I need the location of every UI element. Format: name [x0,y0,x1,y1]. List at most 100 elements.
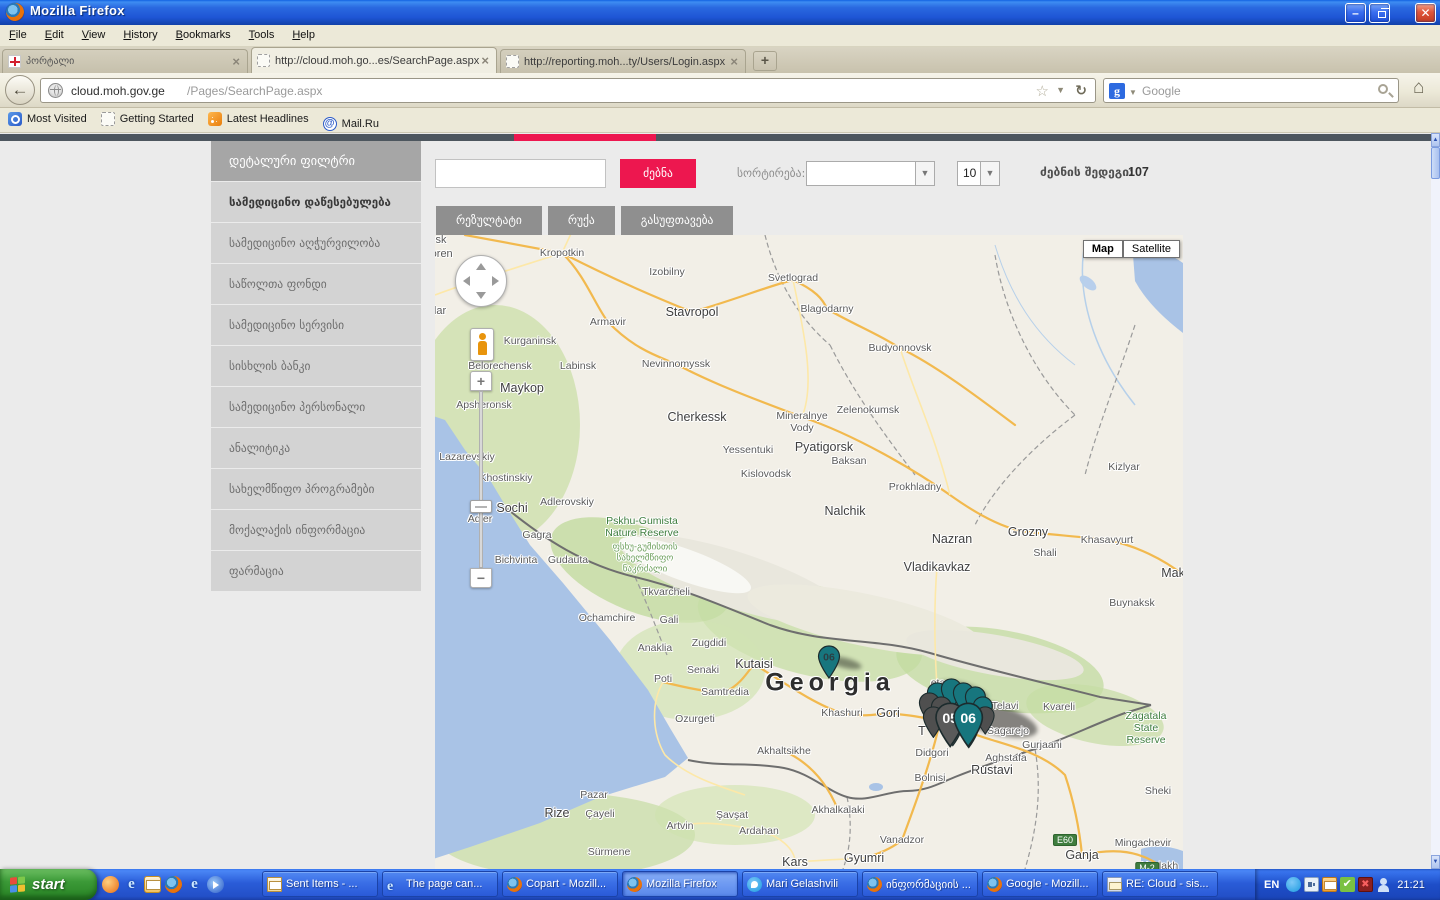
filter-tab[interactable]: რეზულტატი [436,206,542,235]
map-button[interactable]: Map [1083,240,1123,258]
browser-tab[interactable]: პორტალი× [2,49,248,73]
sidebar-item[interactable]: სამედიცინო სერვისი [211,305,421,345]
scroll-up-icon[interactable]: ▲ [1431,133,1440,147]
menu-view[interactable]: View [73,25,115,44]
sort-label: სორტირება: [737,166,805,180]
menu-bookmarks[interactable]: Bookmarks [167,25,240,44]
map-canvas[interactable]: skKorenlarKropotkinIzobilnySvetlogradBla… [435,235,1183,869]
new-tab-button[interactable]: + [753,51,777,71]
scrollbar-thumb[interactable] [1431,147,1440,179]
ql-agent-icon[interactable] [102,876,119,893]
ic-firefox-icon [507,877,522,892]
pan-up-icon[interactable] [476,263,486,270]
sidebar-item[interactable]: მოქალაქის ინფორმაცია [211,510,421,550]
map-marker[interactable]: 06 [952,702,984,748]
ql-media-icon[interactable] [207,876,224,893]
language-indicator[interactable]: EN [1259,877,1284,893]
browser-tab[interactable]: http://cloud.moh.go...es/SearchPage.aspx… [251,47,497,73]
ql-firefox-icon[interactable] [165,876,182,893]
pan-down-icon[interactable] [476,292,486,299]
taskbar-button[interactable]: Mozilla Firefox [622,871,738,897]
map-marker[interactable]: 06 [817,645,841,679]
bookmark-getting-started[interactable]: Getting Started [101,112,194,126]
menu-help[interactable]: Help [283,25,324,44]
page-size-select[interactable]: 10▼ [957,161,1000,186]
minimize-button[interactable]: – [1345,3,1366,23]
ic-outlook-icon [1107,877,1122,892]
ql-ie-icon[interactable] [123,876,140,893]
pegman-control[interactable] [470,328,494,361]
chevron-down-icon[interactable]: ▼ [980,162,999,185]
search-button[interactable]: ძებნა [620,159,696,188]
url-bar[interactable]: cloud.moh.gov.ge /Pages/SearchPage.aspx … [40,78,1096,103]
tab-close-icon[interactable]: × [728,55,740,68]
tab-close-icon[interactable]: × [479,54,491,67]
sidebar-item[interactable]: ანალიტიკა [211,428,421,468]
bookmark-star-icon[interactable]: ☆ [1036,82,1049,100]
firefox-icon [6,3,24,21]
home-icon[interactable]: ⌂ [1413,77,1424,99]
sidebar-item[interactable]: სამედიცინო აღჭურვილობა [211,223,421,263]
tray-mail-icon[interactable] [1322,877,1337,892]
engine-dropdown-icon[interactable]: ▼ [1129,88,1137,97]
zoom-out-button[interactable]: − [470,568,492,588]
zoom-slider-track[interactable] [479,391,483,568]
bookmark-most-visited[interactable]: Most Visited [8,112,87,126]
sidebar-item[interactable]: საწოლთა ფონდი [211,264,421,304]
pan-right-icon[interactable] [492,276,499,286]
ql-ie2-icon[interactable] [186,876,203,893]
menu-tools[interactable]: Tools [240,25,284,44]
taskbar-button-label: Google - Mozill... [1006,878,1089,890]
url-dropdown-icon[interactable]: ▼ [1056,85,1065,95]
taskbar-button[interactable]: RE: Cloud - sis... [1102,871,1218,897]
taskbar-button[interactable]: Mari Gelashvili [742,871,858,897]
magnifier-icon[interactable] [1378,84,1388,94]
taskbar-button[interactable]: Sent Items - ... [262,871,378,897]
tray-alert-icon[interactable] [1358,877,1373,892]
satellite-button[interactable]: Satellite [1123,240,1180,258]
back-button[interactable]: ← [5,75,35,105]
map-pan-control[interactable] [455,255,507,307]
sidebar-item[interactable]: სახელმწიფო პროგრამები [211,469,421,509]
reload-icon[interactable]: ↻ [1075,82,1087,99]
filter-tab[interactable]: გასუფთავება [621,206,734,235]
bookmark-latest-headlines[interactable]: Latest Headlines [208,112,309,126]
pan-left-icon[interactable] [463,276,470,286]
sort-select[interactable]: ▼ [806,161,935,186]
close-button[interactable]: ✕ [1415,3,1436,23]
browser-tab[interactable]: http://reporting.moh...ty/Users/Login.as… [500,49,746,73]
zoom-in-button[interactable]: + [470,371,492,391]
tray-person-icon[interactable] [1376,877,1391,892]
start-button[interactable]: start [0,869,97,900]
sidebar-item[interactable]: სამედიცინო პერსონალი [211,387,421,427]
svg-text:06: 06 [960,711,976,727]
zoom-slider-handle[interactable] [470,500,492,513]
menu-bar: FileEditViewHistoryBookmarksToolsHelp [0,25,1440,47]
restore-button[interactable] [1369,3,1390,23]
tab-close-icon[interactable]: × [230,55,242,68]
scroll-down-icon[interactable]: ▼ [1431,855,1440,869]
menu-file[interactable]: File [0,25,36,44]
taskbar-button[interactable]: Copart - Mozill... [502,871,618,897]
tray-skype-icon[interactable] [1286,877,1301,892]
google-engine-icon[interactable]: g [1109,83,1125,99]
menu-edit[interactable]: Edit [36,25,73,44]
tray-speaker-icon[interactable] [1304,877,1319,892]
taskbar-button[interactable]: Google - Mozill... [982,871,1098,897]
sidebar-item[interactable]: სამედიცინო დაწესებულება [211,182,421,222]
search-box[interactable]: g ▼ Google [1103,78,1399,103]
menu-history[interactable]: History [114,25,166,44]
sidebar-item[interactable]: სისხლის ბანკი [211,346,421,386]
taskbar-button[interactable]: The page can... [382,871,498,897]
bookmark-mail-ru[interactable]: Mail.Ru [323,117,379,131]
page-scrollbar[interactable]: ▲ ▼ [1431,133,1440,869]
filter-tab[interactable]: რუქა [548,206,615,235]
tray-check-icon[interactable] [1340,877,1355,892]
page-content: დეტალური ფილტრი სამედიცინო დაწესებულებას… [0,133,1440,869]
sidebar-item[interactable]: ფარმაცია [211,551,421,591]
ql-mail-icon[interactable] [144,876,161,893]
clock[interactable]: 21:21 [1397,879,1425,891]
chevron-down-icon[interactable]: ▼ [915,162,934,185]
taskbar-button[interactable]: ინფორმაციის ... [862,871,978,897]
keyword-input[interactable] [435,159,606,188]
